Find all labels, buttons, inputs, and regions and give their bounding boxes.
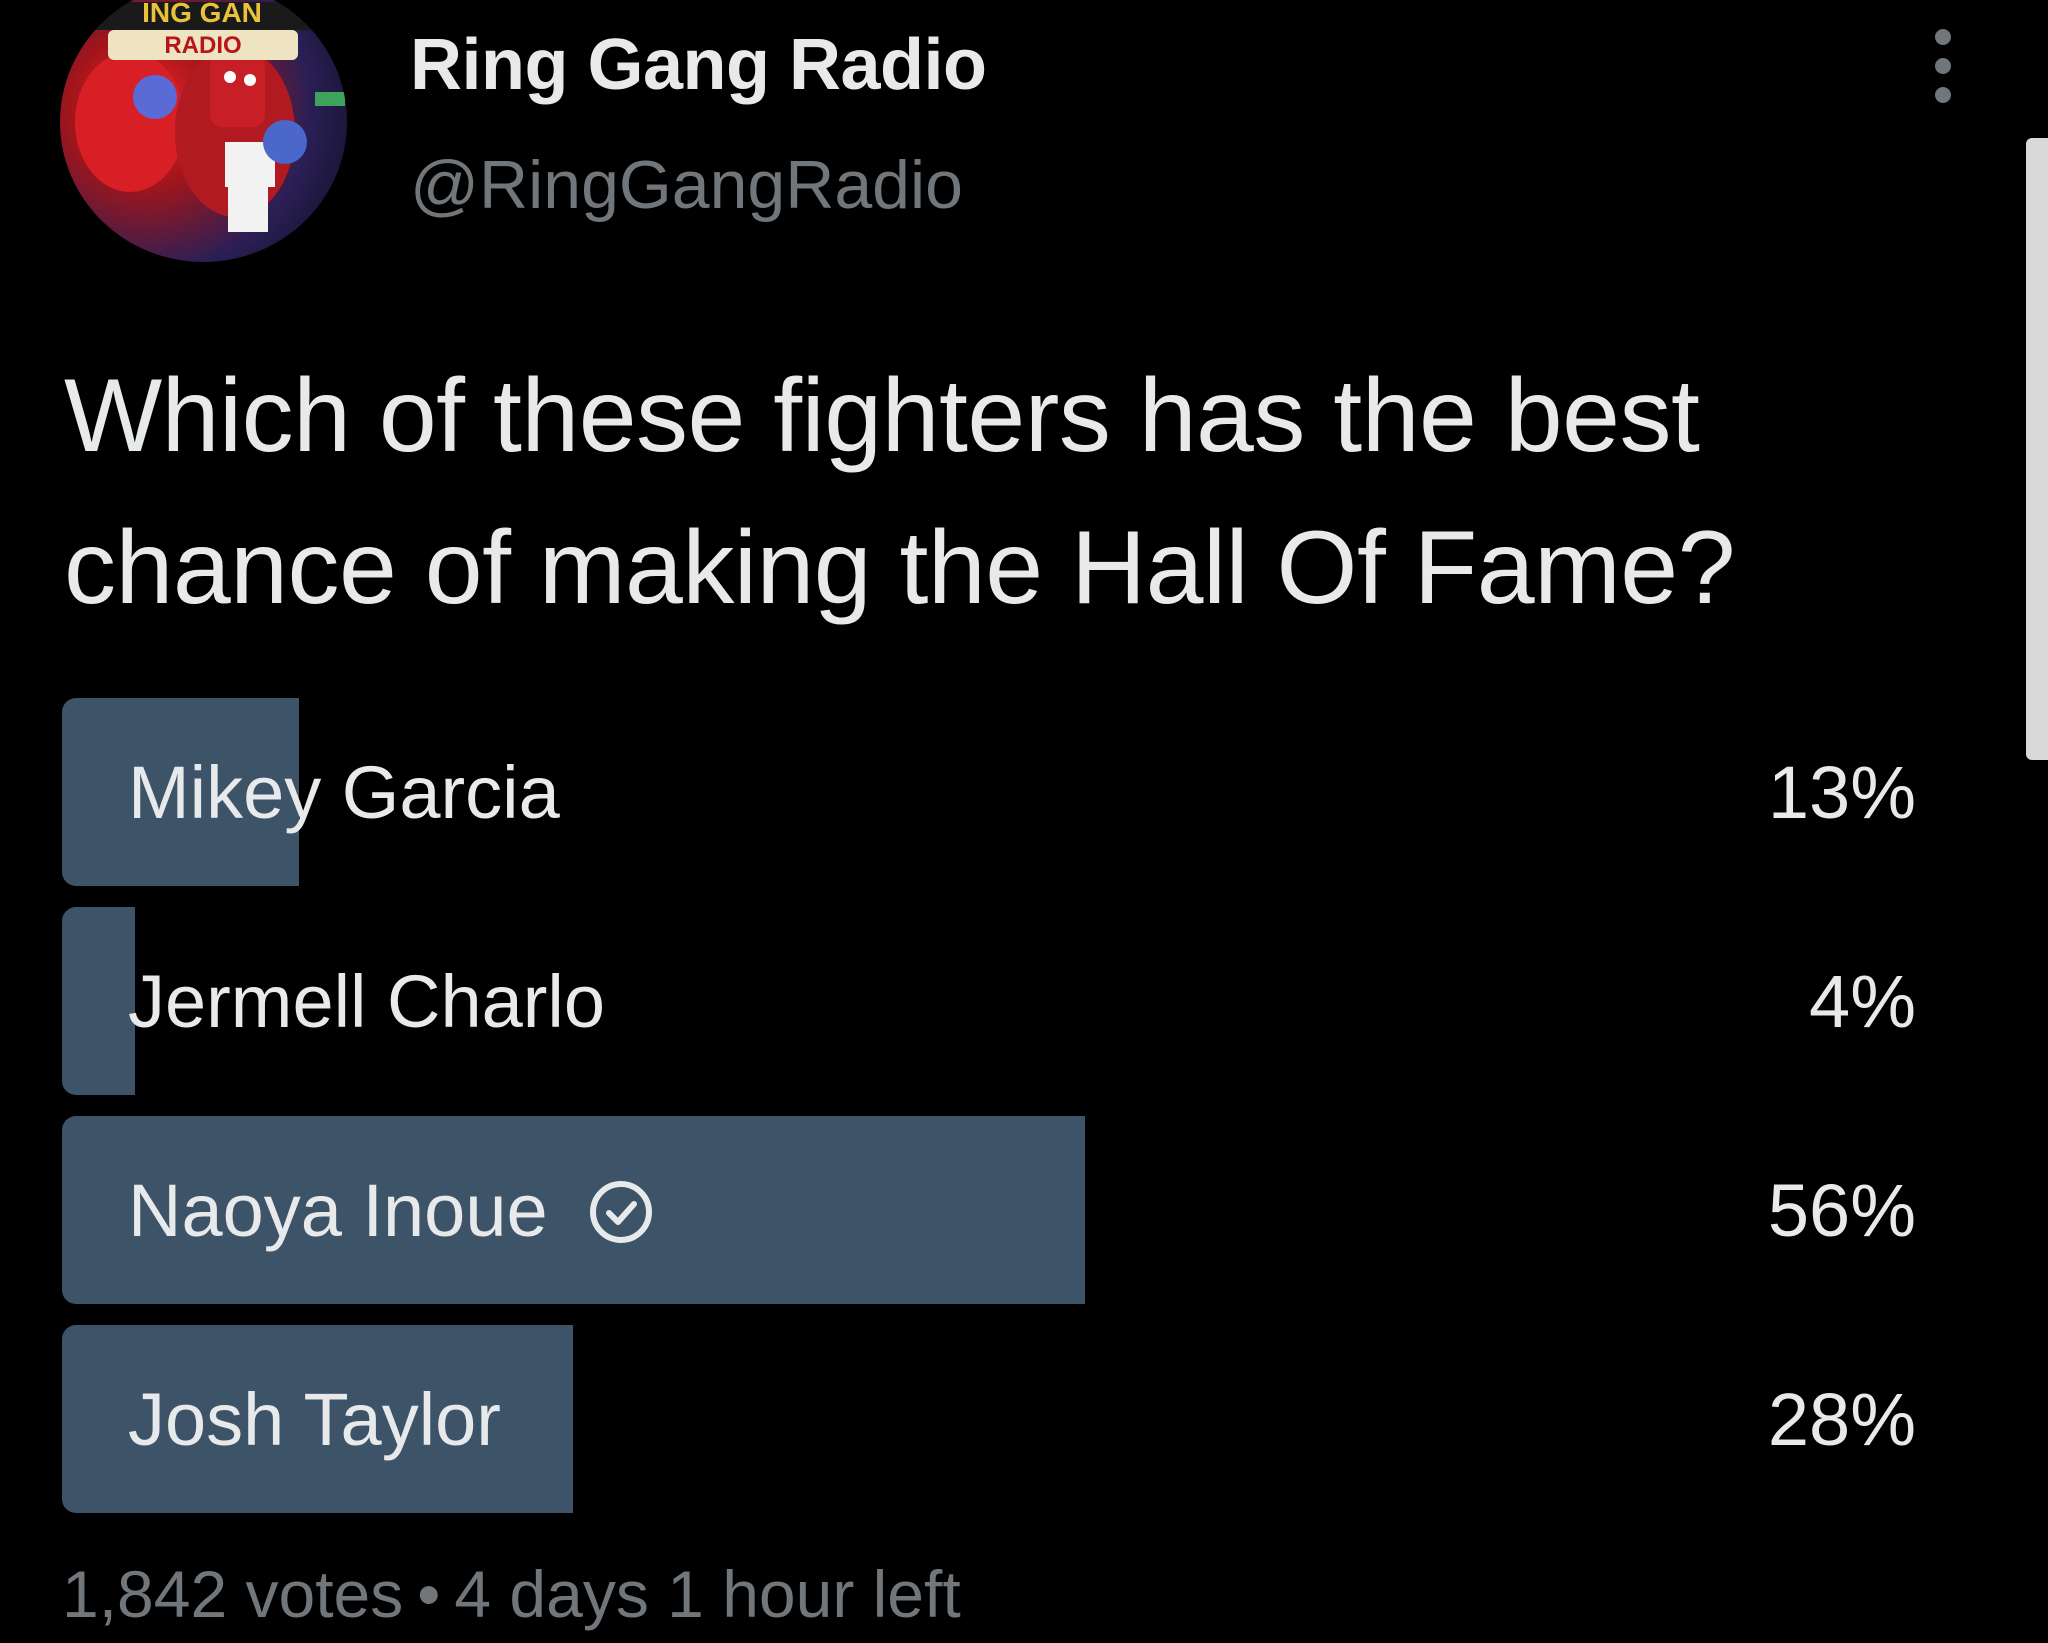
poll-option-winner[interactable]: Naoya Inoue 56% <box>62 1116 1916 1304</box>
poll-option-label: Josh Taylor <box>128 1325 501 1513</box>
poll-option-percent: 4% <box>1809 959 1916 1043</box>
avatar-text-bottom: RADIO <box>164 32 241 59</box>
scrollbar[interactable] <box>2026 138 2048 760</box>
poll-option-label: Naoya Inoue <box>128 1116 654 1304</box>
poll-option-text: Jermell Charlo <box>128 959 606 1043</box>
avatar[interactable]: ING GAN RADIO <box>60 0 347 262</box>
poll-option[interactable]: Jermell Charlo 4% <box>62 907 1916 1095</box>
poll-footer: 1,842 votes • 4 days 1 hour left <box>62 1556 961 1632</box>
display-name[interactable]: Ring Gang Radio <box>410 24 987 106</box>
handle[interactable]: @RingGangRadio <box>410 146 963 224</box>
separator-dot: • <box>417 1557 441 1631</box>
poll-option-label: Jermell Charlo <box>128 907 605 1095</box>
tweet-text-line: chance of making the Hall Of Fame? <box>64 510 1735 626</box>
poll-option-percent: 28% <box>1767 1377 1916 1461</box>
more-options-icon[interactable] <box>1928 28 1958 104</box>
tweet-text-line: Which of these fighters has the best <box>64 358 1700 474</box>
check-circle-icon <box>588 1177 654 1243</box>
poll-option-text: Naoya Inoue <box>128 1168 548 1252</box>
poll-option[interactable]: Josh Taylor 28% <box>62 1325 1916 1513</box>
poll-option-percent: 56% <box>1767 1168 1916 1252</box>
poll-option-text: Josh Taylor <box>128 1377 501 1461</box>
poll-option-label: Mikey Garcia <box>128 698 560 886</box>
poll: Mikey Garcia 13% Jermell Charlo 4% Naoya… <box>62 698 1916 1534</box>
avatar-text-top: ING GAN <box>142 0 262 28</box>
tweet-text: Which of these fighters has the best cha… <box>64 340 1964 644</box>
poll-option-text: Mikey Garcia <box>128 750 560 834</box>
poll-option[interactable]: Mikey Garcia 13% <box>62 698 1916 886</box>
poll-result-bar <box>62 907 136 1095</box>
poll-time-left: 4 days 1 hour left <box>454 1557 961 1631</box>
poll-option-percent: 13% <box>1767 750 1916 834</box>
poll-vote-count: 1,842 votes <box>62 1557 404 1631</box>
tweet: ING GAN RADIO Ring Gang Radio @RingGangR… <box>0 0 2048 1643</box>
